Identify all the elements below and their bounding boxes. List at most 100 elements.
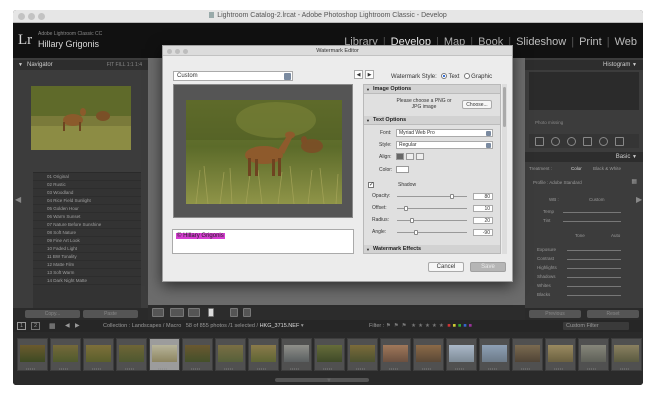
basic-collapse-icon[interactable]: ▼: [632, 154, 637, 160]
histogram-collapse-icon[interactable]: ▼: [632, 62, 637, 68]
style-graphic-label[interactable]: Graphic: [471, 74, 492, 80]
dialog-zoom-button[interactable]: [183, 49, 188, 54]
shadow-row-slider[interactable]: [397, 206, 467, 211]
shadow-row-slider[interactable]: [397, 230, 467, 235]
source-dropdown-icon[interactable]: ▾: [301, 323, 304, 329]
shadow-checkbox[interactable]: [368, 181, 374, 188]
primary-display-button[interactable]: 1: [17, 322, 26, 330]
navigator-collapse-icon[interactable]: ▼: [18, 62, 23, 68]
filmstrip-thumbnail[interactable]: •••••: [182, 338, 213, 371]
rotate-right-icon[interactable]: [243, 308, 251, 317]
shadow-row-value[interactable]: -90: [473, 229, 493, 236]
navigator-zoom-options[interactable]: FIT FILL 1:1 1:4: [107, 62, 142, 68]
histogram-header[interactable]: Histogram ▼: [525, 60, 643, 70]
style-text-radio[interactable]: [441, 73, 448, 79]
dialog-close-button[interactable]: [167, 49, 172, 54]
watermark-effects-header[interactable]: Watermark Effects: [364, 245, 500, 253]
treatment-color-option[interactable]: Color: [571, 165, 582, 172]
adjustment-brush-icon[interactable]: [615, 137, 624, 146]
preset-item[interactable]: 12 Matte Film: [33, 261, 141, 269]
profile-selector[interactable]: Profile : Adobe Standard: [529, 180, 582, 185]
filmstrip-thumbnail[interactable]: •••••: [479, 338, 510, 371]
radial-filter-icon[interactable]: [599, 137, 608, 146]
treatment-bw-option[interactable]: Black & White: [593, 165, 621, 172]
temp-slider[interactable]: [563, 212, 621, 213]
align-left-icon[interactable]: [396, 153, 404, 160]
crop-tool-icon[interactable]: [535, 137, 544, 146]
shadow-row-slider[interactable]: [397, 218, 467, 223]
tint-slider[interactable]: [563, 221, 621, 222]
slider-knob[interactable]: [413, 230, 418, 235]
basic-row-slider[interactable]: [567, 259, 621, 260]
auto-tone-button[interactable]: Auto: [611, 232, 620, 239]
filter-flag-icons[interactable]: ⚑⚑⚑: [386, 323, 410, 329]
preset-item[interactable]: 01 Original: [33, 173, 141, 181]
grid-view-icon[interactable]: ▦: [49, 322, 56, 330]
filmstrip-scrollbar[interactable]: [275, 378, 369, 382]
filmstrip-source[interactable]: Collection : Landscapes / Macro 58 of 85…: [103, 323, 304, 329]
filmstrip-thumbnail[interactable]: •••••: [380, 338, 411, 371]
preset-item[interactable]: 05 Golden Hour: [33, 205, 141, 213]
preset-item[interactable]: 10 Faded Light: [33, 245, 141, 253]
filmstrip-thumbnail[interactable]: •••••: [446, 338, 477, 371]
module-slideshow[interactable]: Slideshow: [516, 36, 566, 48]
basic-row-slider[interactable]: [567, 250, 621, 251]
wb-select[interactable]: Custom: [589, 196, 605, 203]
back-arrow-icon[interactable]: ◀: [65, 322, 70, 329]
slider-knob[interactable]: [449, 194, 454, 199]
profile-browser-icon[interactable]: ▦: [631, 179, 637, 186]
previous-button[interactable]: Previous: [529, 310, 581, 318]
shadow-row-value[interactable]: 10: [473, 205, 493, 212]
basic-row-slider[interactable]: [567, 277, 621, 278]
filmstrip-thumbnail[interactable]: •••••: [50, 338, 81, 371]
filmstrip-thumbnail[interactable]: •••••: [149, 338, 180, 371]
shadow-row-slider[interactable]: [397, 194, 467, 199]
spot-removal-icon[interactable]: [551, 137, 560, 146]
preset-item[interactable]: 08 Soft Nature: [33, 229, 141, 237]
left-panel-toggle-icon[interactable]: ◀: [15, 195, 21, 204]
rotate-left-icon[interactable]: [230, 308, 238, 317]
filmstrip-toggle-icon[interactable]: ▼: [326, 378, 332, 384]
navigator-header[interactable]: ▼ Navigator FIT FILL 1:1 1:4: [13, 60, 148, 70]
text-options-header[interactable]: Text Options: [364, 116, 500, 125]
align-center-icon[interactable]: [406, 153, 414, 160]
filmstrip-thumbnail[interactable]: •••••: [281, 338, 312, 371]
image-options-header[interactable]: Image Options: [364, 85, 500, 94]
paste-settings-button[interactable]: Paste: [83, 310, 138, 318]
slider-knob[interactable]: [410, 218, 415, 223]
filmstrip-thumbnail[interactable]: •••••: [116, 338, 147, 371]
options-scrollbar[interactable]: [502, 84, 507, 254]
preset-item[interactable]: 14 Dark Night Matte: [33, 277, 141, 285]
filmstrip-thumbnail[interactable]: •••••: [83, 338, 114, 371]
basic-header[interactable]: Basic ▼: [525, 152, 643, 162]
cancel-button[interactable]: Cancel: [428, 262, 464, 272]
flag-icon[interactable]: [208, 308, 214, 317]
filmstrip-thumbnail[interactable]: •••••: [578, 338, 609, 371]
right-panel-toggle-icon[interactable]: ▶: [636, 195, 642, 204]
filmstrip-thumbnail[interactable]: •••••: [215, 338, 246, 371]
basic-row-slider[interactable]: [567, 268, 621, 269]
preset-item[interactable]: 04 Rice Field Sunlight: [33, 197, 141, 205]
filmstrip-thumbnail[interactable]: •••••: [545, 338, 576, 371]
before-after-icon[interactable]: [170, 308, 184, 317]
compare-view-icon[interactable]: [188, 308, 200, 317]
module-web[interactable]: Web: [615, 36, 637, 48]
module-print[interactable]: Print: [579, 36, 602, 48]
basic-row-slider[interactable]: [567, 295, 621, 296]
preset-item[interactable]: 09 Fine Art Look: [33, 237, 141, 245]
red-eye-icon[interactable]: [567, 137, 576, 146]
preset-item[interactable]: 13 Soft Warm: [33, 269, 141, 277]
navigator-preview[interactable]: [31, 86, 131, 150]
align-right-icon[interactable]: [416, 153, 424, 160]
forward-arrow-icon[interactable]: ▶: [75, 322, 80, 329]
watermark-text-field[interactable]: © Hillary Grigonis: [172, 229, 354, 254]
filmstrip-thumbnail[interactable]: •••••: [347, 338, 378, 371]
style-graphic-radio[interactable]: [464, 73, 471, 79]
options-scroll-thumb[interactable]: [503, 87, 506, 127]
shadow-row-value[interactable]: 80: [473, 193, 493, 200]
filmstrip-thumbnail[interactable]: •••••: [512, 338, 543, 371]
preset-item[interactable]: 11 BW Tonality: [33, 253, 141, 261]
next-image-button[interactable]: ▶: [365, 70, 374, 79]
save-button[interactable]: Save: [470, 262, 506, 272]
custom-filter-select[interactable]: Custom Filter: [563, 322, 629, 330]
